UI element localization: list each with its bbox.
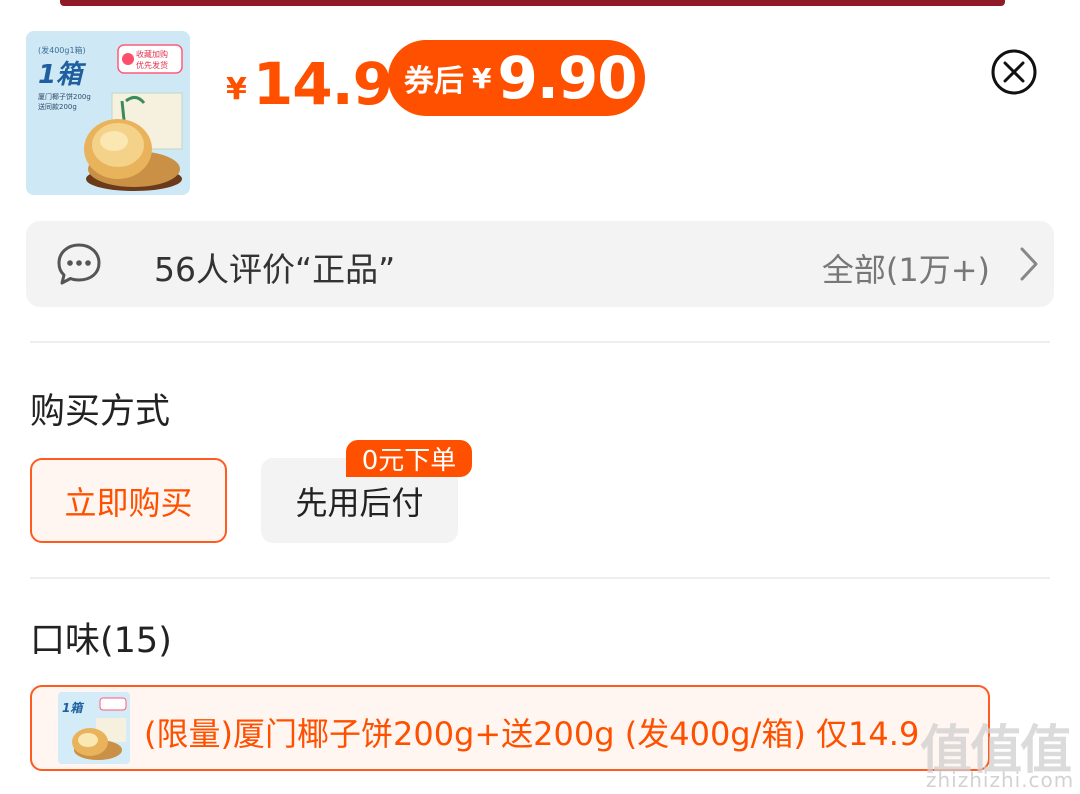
thumb-promo-2: 优先发货	[136, 60, 168, 70]
close-button[interactable]	[990, 48, 1038, 96]
review-summary-bar[interactable]: 56人评价“正品” 全部(1万+)	[26, 221, 1054, 307]
close-icon	[991, 49, 1037, 95]
divider	[30, 577, 1050, 579]
flavor-thumb-box-label: 1箱	[62, 701, 84, 715]
buy-now-option[interactable]: 立即购买	[30, 458, 227, 543]
underlying-page-strip	[60, 0, 1005, 6]
site-watermark: 值值值 zhizhizhi.com	[920, 708, 1080, 794]
thumb-box-label: 1箱	[38, 60, 87, 90]
pay-later-badge: 0元下单	[346, 440, 472, 477]
flavor-option-selected[interactable]: 1箱 (限量)厦门椰子饼200g+送200g (发400g/箱) 仅14.9	[30, 685, 990, 771]
coupon-price-pill: 券后 ¥ 9.90	[388, 40, 645, 116]
flavor-thumbnail: 1箱	[58, 692, 130, 764]
coupon-currency: ¥	[472, 61, 492, 95]
thumb-promo-1: 收藏加购	[136, 49, 168, 59]
chat-bubble-icon	[57, 243, 101, 285]
review-summary-text: 56人评价“正品”	[154, 250, 396, 289]
watermark-url: zhizhizhi.com	[926, 768, 1075, 792]
review-all-link[interactable]: 全部(1万+)	[822, 245, 990, 291]
thumb-desc-2: 送同款200g	[38, 102, 77, 111]
sku-selector-panel: (发400g1箱) 1箱 厦门椰子饼200g 送同款200g 收藏加购 优先发货…	[0, 0, 1080, 794]
purchase-method-title: 购买方式	[30, 392, 171, 432]
price-currency: ¥	[226, 71, 247, 107]
thumb-spec: (发400g1箱)	[38, 45, 86, 55]
product-thumbnail: (发400g1箱) 1箱 厦门椰子饼200g 送同款200g 收藏加购 优先发货	[26, 31, 190, 195]
chevron-right-icon	[1020, 247, 1038, 281]
flavor-option-label: (限量)厦门椰子饼200g+送200g (发400g/箱) 仅14.9	[144, 715, 920, 753]
coupon-label: 券后	[404, 64, 464, 99]
price-value: 14.9	[252, 50, 393, 118]
original-price: ¥ 14.9	[226, 44, 393, 124]
coupon-price-value: 9.90	[497, 44, 637, 112]
divider	[30, 341, 1050, 343]
flavor-title: 口味(15)	[30, 621, 172, 661]
thumb-desc-1: 厦门椰子饼200g	[38, 92, 91, 101]
